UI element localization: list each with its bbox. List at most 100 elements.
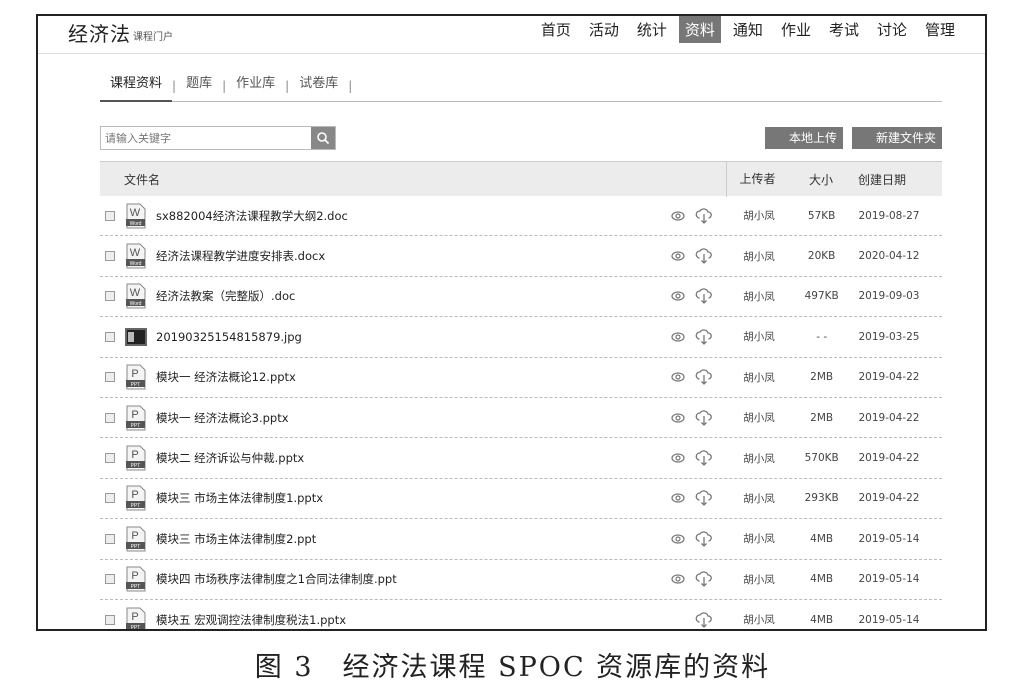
- column-header-uploader[interactable]: 上传者: [726, 161, 788, 197]
- file-name-link[interactable]: 模块四 市场秩序法律制度之1合同法律制度.ppt: [156, 571, 665, 587]
- main-nav: 首页 活动 统计 资料 通知 作业 考试 讨论 管理: [529, 16, 961, 43]
- preview-button[interactable]: [665, 206, 691, 226]
- row-checkbox[interactable]: [105, 291, 115, 302]
- preview-button[interactable]: [665, 367, 691, 387]
- file-name-link[interactable]: 模块一 经济法概论12.pptx: [156, 369, 665, 385]
- svg-text:P: P: [131, 368, 138, 380]
- size-cell: 570KB: [804, 452, 839, 465]
- row-checkbox[interactable]: [105, 493, 115, 504]
- svg-text:P: P: [131, 449, 138, 461]
- download-icon: [695, 248, 713, 264]
- preview-button[interactable]: [665, 327, 691, 347]
- table-row[interactable]: W Word sx882004经济法课程教学大纲2.doc 胡小凤 57KB 2019-0…: [100, 196, 942, 237]
- tab[interactable]: 课程资料: [100, 70, 173, 102]
- row-checkbox[interactable]: [105, 453, 115, 464]
- table-row[interactable]: P PPT 模块三 市场主体法律制度1.pptx 胡小凤 293KB 2019-04-22: [100, 479, 942, 520]
- row-checkbox[interactable]: [105, 533, 115, 544]
- download-button[interactable]: [691, 367, 717, 387]
- date-cell: 2020-04-12: [858, 250, 920, 263]
- nav-item[interactable]: 考试: [823, 16, 865, 43]
- row-checkbox[interactable]: [105, 372, 115, 383]
- preview-icon: [671, 534, 685, 544]
- uploader-cell: 胡小凤: [743, 331, 775, 344]
- row-checkbox[interactable]: [105, 412, 115, 423]
- search-input[interactable]: [101, 127, 311, 149]
- preview-icon: [671, 372, 685, 382]
- download-button[interactable]: [691, 610, 717, 629]
- row-checkbox[interactable]: [105, 331, 115, 342]
- table-row[interactable]: W Word 经济法课程教学进度安排表.docx 胡小凤 20KB 2020-04-12: [100, 236, 942, 277]
- svg-text:PPT: PPT: [131, 625, 141, 631]
- tab[interactable]: 题库: [176, 70, 222, 102]
- row-checkbox[interactable]: [105, 251, 115, 262]
- app-frame: 经济法 课程门户 首页 活动 统计 资料 通知 作业 考试 讨论 管理 课程资料 | 题库 | 作业库 |…: [36, 14, 987, 631]
- download-button[interactable]: [691, 488, 717, 508]
- preview-icon: [671, 291, 685, 302]
- file-name-link[interactable]: 模块三 市场主体法律制度1.pptx: [156, 490, 665, 506]
- download-button[interactable]: [691, 246, 717, 266]
- table-row[interactable]: P PPT 模块五 宏观调控法律制度税法1.pptx 胡小凤 4MB 2019-05-14: [100, 600, 942, 631]
- tab[interactable]: 作业库: [226, 70, 285, 102]
- uploader-cell: 胡小凤: [743, 290, 775, 303]
- svg-text:P: P: [131, 611, 138, 623]
- nav-item[interactable]: 管理: [919, 16, 961, 43]
- table-row[interactable]: P PPT 模块二 经济诉讼与仲裁.pptx 胡小凤 570KB 2019-04-22: [100, 438, 942, 479]
- uploader-cell: 胡小凤: [743, 210, 775, 223]
- ppt-file-icon: P PPT: [126, 607, 146, 631]
- file-name-link[interactable]: 20190325154815879.jpg: [156, 330, 665, 344]
- row-checkbox[interactable]: [105, 210, 115, 221]
- size-cell: 4MB: [810, 573, 834, 586]
- nav-item[interactable]: 讨论: [871, 16, 913, 43]
- preview-button[interactable]: [665, 448, 691, 468]
- nav-item[interactable]: 统计: [631, 16, 673, 43]
- table-row[interactable]: P PPT 模块一 经济法概论3.pptx 胡小凤 2MB 2019-04-22: [100, 398, 942, 439]
- row-checkbox[interactable]: [105, 574, 115, 585]
- table-row[interactable]: 20190325154815879.jpg 胡小凤 - - 2019-03-25: [100, 317, 942, 358]
- size-cell: 2MB: [810, 411, 834, 424]
- search-button[interactable]: [311, 127, 335, 149]
- file-name-link[interactable]: 经济法课程教学进度安排表.docx: [156, 248, 665, 264]
- download-button[interactable]: [691, 569, 717, 589]
- table-row[interactable]: P PPT 模块四 市场秩序法律制度之1合同法律制度.ppt 胡小凤 4MB 2019-0…: [100, 560, 942, 600]
- download-button[interactable]: [691, 327, 717, 347]
- uploader-cell: 胡小凤: [743, 371, 775, 384]
- file-name-link[interactable]: 模块三 市场主体法律制度2.ppt: [156, 531, 665, 547]
- column-header-size[interactable]: 大小: [788, 171, 854, 188]
- preview-button[interactable]: [665, 408, 691, 428]
- tab[interactable]: 试卷库: [289, 70, 348, 102]
- preview-button[interactable]: [665, 488, 691, 508]
- preview-button[interactable]: [665, 569, 691, 589]
- brand[interactable]: 经济法 课程门户: [68, 18, 173, 47]
- file-name-link[interactable]: 模块二 经济诉讼与仲裁.pptx: [156, 450, 665, 466]
- preview-button[interactable]: [665, 286, 691, 306]
- download-button[interactable]: [691, 448, 717, 468]
- file-name-link[interactable]: sx882004经济法课程教学大纲2.doc: [156, 208, 665, 224]
- nav-item[interactable]: 通知: [727, 16, 769, 43]
- column-header-date[interactable]: 创建日期: [854, 171, 942, 188]
- table-row[interactable]: P PPT 模块一 经济法概论12.pptx 胡小凤 2MB 2019-04-22: [100, 358, 942, 398]
- file-type-icon: P PPT: [125, 364, 147, 390]
- column-header-name[interactable]: 文件名: [100, 171, 726, 188]
- download-button[interactable]: [691, 286, 717, 306]
- table-row[interactable]: P PPT 模块三 市场主体法律制度2.ppt 胡小凤 4MB 2019-05-14: [100, 519, 942, 560]
- row-checkbox[interactable]: [105, 614, 115, 625]
- download-button[interactable]: [691, 529, 717, 549]
- nav-item[interactable]: 首页: [535, 16, 577, 43]
- local-upload-button[interactable]: 本地上传: [765, 127, 843, 149]
- download-button[interactable]: [691, 408, 717, 428]
- preview-button[interactable]: [665, 246, 691, 266]
- nav-item[interactable]: 资料: [678, 16, 721, 43]
- preview-button[interactable]: [665, 529, 691, 549]
- preview-icon: [671, 332, 685, 342]
- file-name-link[interactable]: 模块五 宏观调控法律制度税法1.pptx: [156, 612, 665, 628]
- file-name-link[interactable]: 经济法教案（完整版）.doc: [156, 288, 665, 304]
- nav-item[interactable]: 作业: [775, 16, 817, 43]
- download-button[interactable]: [691, 206, 717, 226]
- nav-item[interactable]: 活动: [583, 16, 625, 43]
- table-row[interactable]: W Word 经济法教案（完整版）.doc 胡小凤 497KB 2019-09-03: [100, 277, 942, 318]
- new-folder-button[interactable]: 新建文件夹: [852, 127, 942, 149]
- preview-icon: [671, 211, 685, 221]
- file-name-link[interactable]: 模块一 经济法概论3.pptx: [156, 410, 665, 426]
- download-icon: [695, 531, 713, 547]
- ppt-file-icon: P PPT: [126, 526, 146, 552]
